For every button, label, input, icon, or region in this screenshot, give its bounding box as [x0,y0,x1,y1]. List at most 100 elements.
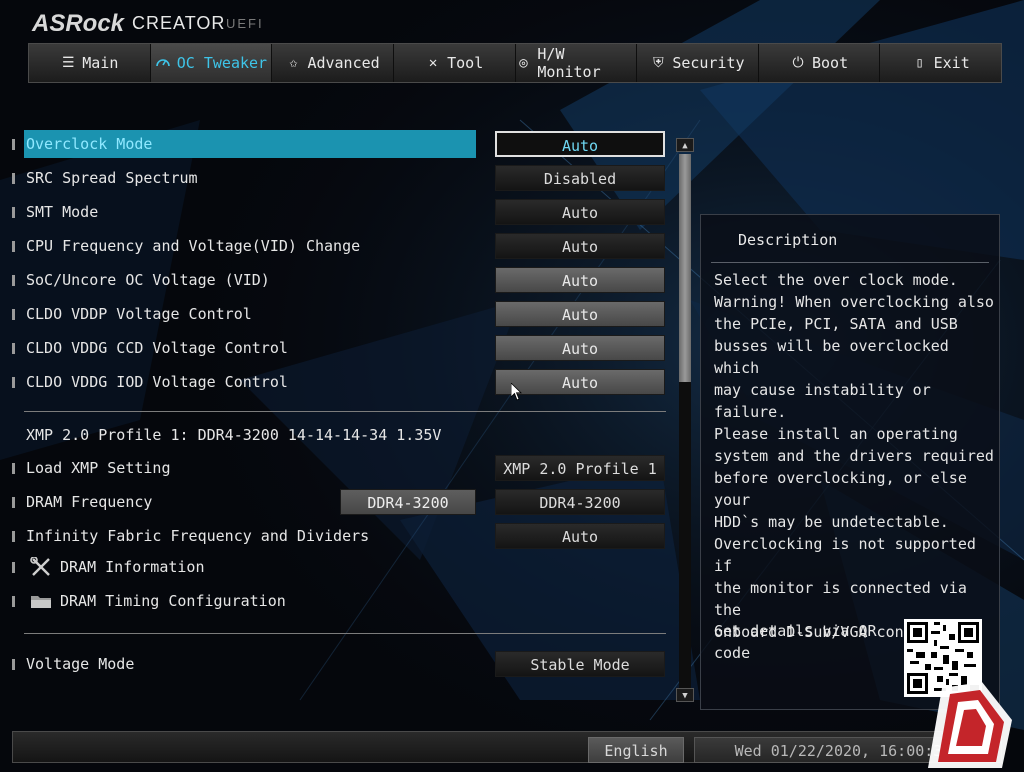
row-bullet [12,309,15,320]
row-bullet [12,463,15,474]
setting-label: SMT Mode [26,203,99,221]
description-divider [711,262,989,263]
setting-smt-mode[interactable]: SMT Mode Auto [12,198,666,226]
setting-label: DRAM Frequency [26,493,153,511]
soc-uncore-voltage-field[interactable]: Auto [495,267,665,293]
scroll-thumb[interactable] [679,154,691,382]
scroll-up-arrow-icon[interactable]: ▲ [676,138,694,152]
main-tab-bar: ☰ Main OC Tweaker ✩ Advanced ✕ Tool ◎ H/… [28,43,1002,83]
row-bullet [12,173,15,184]
cpu-frequency-voltage-dropdown[interactable]: Auto [495,233,665,259]
brand-product: CREATOR [132,13,226,33]
setting-label: Overclock Mode [26,135,153,153]
folder-icon [30,591,52,611]
row-bullet [12,241,15,252]
description-panel: Description Select the over clock mode. … [700,214,1000,710]
power-icon: ⏻ [792,55,804,71]
setting-soc-uncore-voltage[interactable]: SoC/Uncore OC Voltage (VID) Auto [12,266,666,294]
tab-label: Advanced [307,54,380,72]
setting-cldo-vddg-ccd[interactable]: CLDO VDDG CCD Voltage Control Auto [12,334,666,362]
brand-logo: ASRock CREATOR [32,8,225,38]
tools-icon [30,556,52,577]
tab-security[interactable]: ⛨ Security [637,44,759,82]
row-bullet [12,497,15,508]
tab-label: OC Tweaker [176,54,268,72]
setting-label: CLDO VDDP Voltage Control [26,305,252,323]
star-icon: ✩ [289,55,298,71]
speedometer-icon [155,54,171,72]
setting-infinity-fabric[interactable]: Infinity Fabric Frequency and Dividers A… [12,522,666,550]
row-bullet [12,596,15,607]
description-text: Select the over clock mode. Warning! Whe… [714,271,994,641]
setting-cpu-frequency-voltage[interactable]: CPU Frequency and Voltage(VID) Change Au… [12,232,666,260]
smt-mode-dropdown[interactable]: Auto [495,199,665,225]
row-bullet [12,275,15,286]
setting-label: CPU Frequency and Voltage(VID) Change [26,237,361,255]
tab-label: Tool [447,54,484,72]
row-bullet [12,139,15,150]
monitor-icon: ◎ [519,55,528,71]
setting-voltage-mode[interactable]: Voltage Mode Stable Mode [12,650,666,678]
cldo-vddg-ccd-field[interactable]: Auto [495,335,665,361]
setting-src-spread-spectrum[interactable]: SRC Spread Spectrum Disabled [12,164,666,192]
load-xmp-dropdown[interactable]: XMP 2.0 Profile 1 [495,455,665,481]
watermark-logo [922,680,1024,768]
tab-label: Main [82,54,119,72]
tab-label: Exit [933,54,970,72]
dram-frequency-current: DDR4-3200 [340,489,476,515]
setting-cldo-vddp[interactable]: CLDO VDDP Voltage Control Auto [12,300,666,328]
overclock-mode-dropdown[interactable]: Auto [495,131,665,157]
setting-label: SoC/Uncore OC Voltage (VID) [26,271,270,289]
cldo-vddp-field[interactable]: Auto [495,301,665,327]
tab-boot[interactable]: ⏻ Boot [759,44,881,82]
shield-icon: ⛨ [653,55,664,71]
dram-frequency-dropdown[interactable]: DDR4-3200 [495,489,665,515]
row-bullet [12,562,15,573]
row-bullet [12,343,15,354]
setting-label: SRC Spread Spectrum [26,169,198,187]
tab-tool[interactable]: ✕ Tool [394,44,516,82]
tab-label: Boot [812,54,849,72]
setting-label: CLDO VDDG IOD Voltage Control [26,373,288,391]
brand-suffix: UEFI [226,16,264,31]
tab-hw-monitor[interactable]: ◎ H/W Monitor [516,44,638,82]
voltage-mode-dropdown[interactable]: Stable Mode [495,651,665,677]
setting-load-xmp[interactable]: Load XMP Setting XMP 2.0 Profile 1 [12,454,666,482]
row-bullet [12,659,15,670]
src-spread-spectrum-dropdown[interactable]: Disabled [495,165,665,191]
section-divider [24,411,666,412]
submenu-dram-timing[interactable]: DRAM Timing Configuration [12,587,666,615]
list-icon: ☰ [61,55,75,71]
tab-label: Security [672,54,745,72]
xmp-profile-info: XMP 2.0 Profile 1: DDR4-3200 14-14-14-34… [26,426,442,444]
setting-label: Voltage Mode [26,655,135,673]
scroll-down-arrow-icon[interactable]: ▼ [676,688,694,702]
exit-door-icon: ▯ [915,55,924,71]
submenu-label: DRAM Information [60,558,205,576]
infinity-fabric-dropdown[interactable]: Auto [495,523,665,549]
setting-label: Load XMP Setting [26,459,171,477]
setting-label: Infinity Fabric Frequency and Dividers [26,527,370,545]
brand-name: ASRock [32,10,125,37]
tab-exit[interactable]: ▯ Exit [880,44,1001,82]
row-bullet [12,207,15,218]
setting-label: CLDO VDDG CCD Voltage Control [26,339,288,357]
section-divider [24,633,666,634]
row-bullet [12,377,15,388]
qr-caption: Get details via QR code [714,622,877,662]
row-bullet [12,531,15,542]
tab-advanced[interactable]: ✩ Advanced [272,44,394,82]
mouse-cursor-icon [510,382,523,405]
setting-cldo-vddg-iod[interactable]: CLDO VDDG IOD Voltage Control Auto [12,368,666,396]
tab-main[interactable]: ☰ Main [29,44,151,82]
setting-overclock-mode[interactable]: Overclock Mode Auto [12,130,666,158]
tools-icon: ✕ [428,55,438,71]
description-title: Description [738,231,838,249]
submenu-dram-information[interactable]: DRAM Information [12,553,666,581]
tab-oc-tweaker[interactable]: OC Tweaker [150,44,273,82]
submenu-label: DRAM Timing Configuration [60,592,286,610]
settings-scrollbar[interactable]: ▲ ▼ [676,138,694,704]
setting-dram-frequency[interactable]: DRAM Frequency DDR4-3200 DDR4-3200 [12,488,666,516]
language-selector[interactable]: English [588,737,684,763]
tab-label: H/W Monitor [537,45,601,81]
